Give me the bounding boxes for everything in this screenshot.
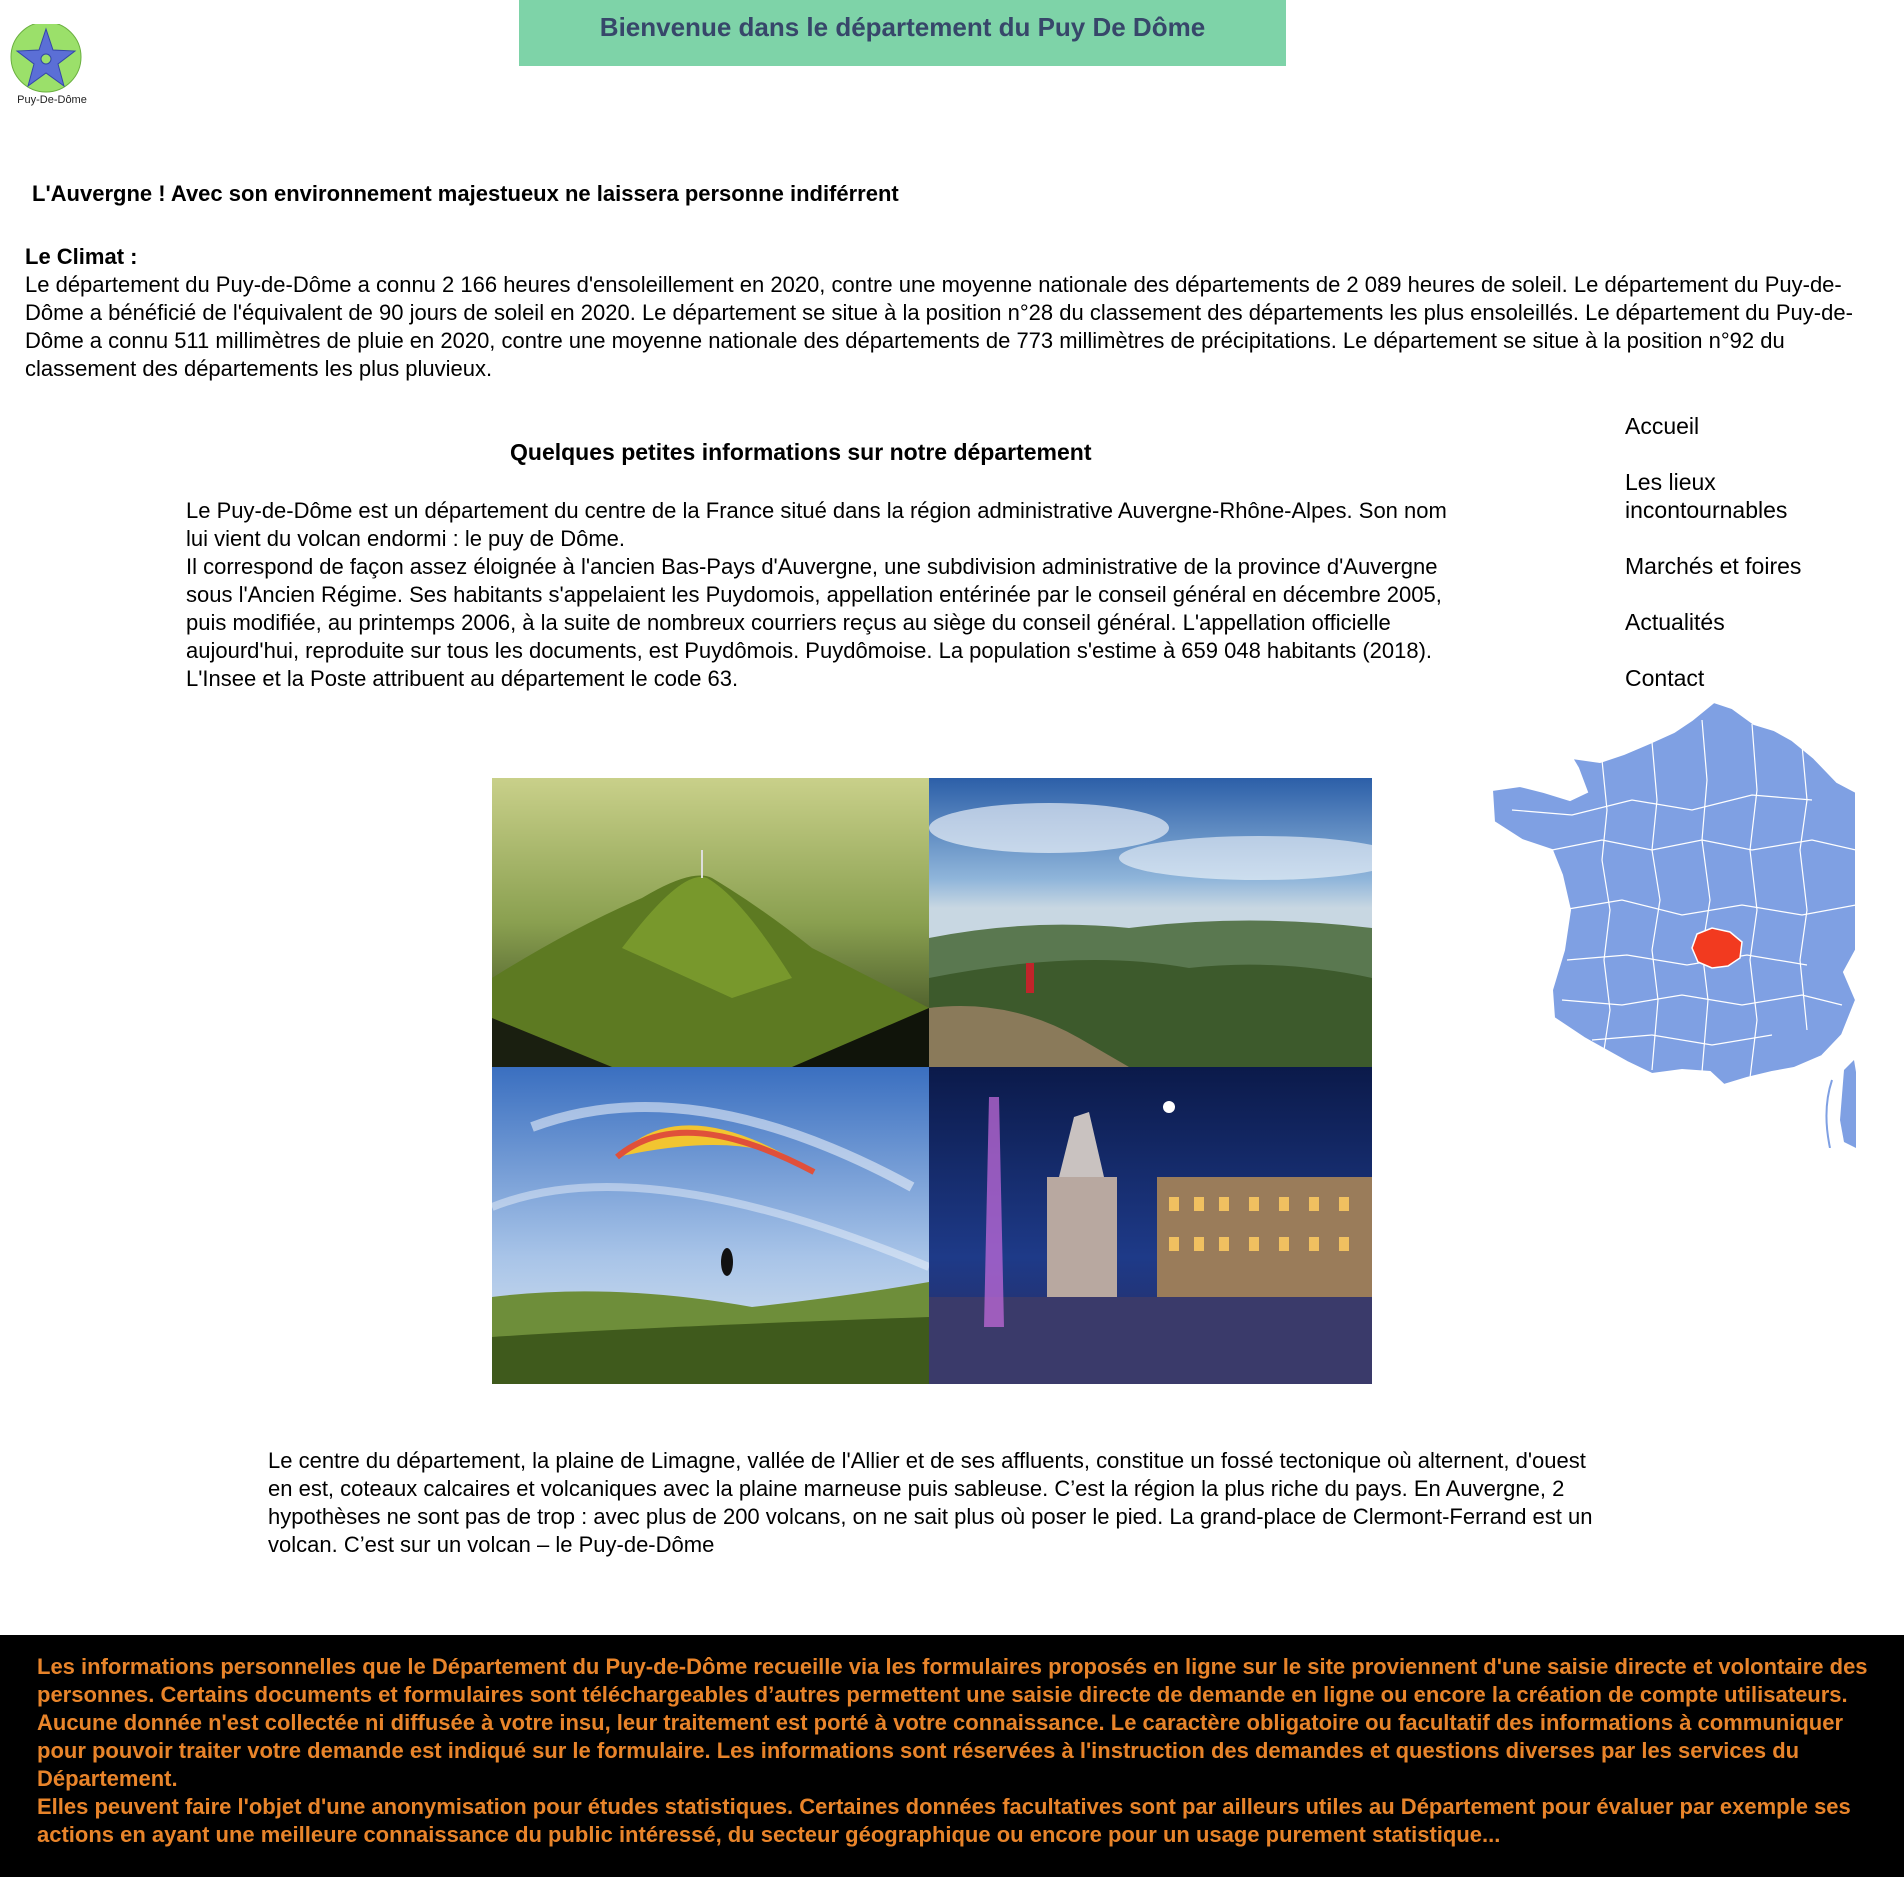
climat-text: Le département du Puy-de-Dôme a connu 2 … — [25, 272, 1853, 381]
place-de-jaude-night-photo — [929, 1067, 1372, 1384]
site-logo[interactable]: Puy-De-Dôme — [8, 21, 88, 110]
header-banner: Bienvenue dans le département du Puy De … — [519, 0, 1286, 66]
footer-text: Les informations personnelles que le Dép… — [37, 1653, 1887, 1849]
bottom-text: Le centre du département, la plaine de L… — [268, 1448, 1593, 1557]
climat-title: Le Climat : — [25, 244, 138, 269]
nav-item-contact[interactable]: Contact — [1625, 664, 1845, 692]
nav-item-accueil[interactable]: Accueil — [1625, 412, 1845, 440]
info-text: Le Puy-de-Dôme est un département du cen… — [186, 497, 1456, 693]
info-paragraph: Le Puy-de-Dôme est un département du cen… — [186, 498, 1447, 551]
nav-item-marches-foires[interactable]: Marchés et foires — [1625, 552, 1845, 580]
puy-de-dome-summit-photo — [492, 778, 929, 1067]
footer-paragraph: Elles peuvent faire l'objet d'une anonym… — [37, 1794, 1851, 1847]
page-title: Bienvenue dans le département du Puy De … — [599, 11, 1206, 42]
france-map — [1490, 700, 1858, 1149]
info-title: Quelques petites informations sur notre … — [510, 439, 1092, 465]
footer: Les informations personnelles que le Dép… — [0, 1635, 1904, 1877]
climat-section: Le Climat : Le département du Puy-de-Dôm… — [25, 243, 1900, 383]
photo-grid — [492, 778, 1372, 1384]
nav-item-actualites[interactable]: Actualités — [1625, 608, 1845, 636]
info-paragraph: Il correspond de façon assez éloignée à … — [186, 554, 1442, 691]
hiker-panorama-photo — [929, 778, 1372, 1067]
tagline: L'Auvergne ! Avec son environnement maje… — [32, 181, 899, 206]
paraglider-photo — [492, 1067, 929, 1384]
star-icon — [10, 21, 82, 93]
nav-item-lieux-incontournables[interactable]: Les lieux incontournables — [1625, 468, 1845, 524]
logo-caption: Puy-De-Dôme — [17, 94, 87, 106]
footer-paragraph: Les informations personnelles que le Dép… — [37, 1654, 1868, 1791]
main-nav: Accueil Les lieux incontournables Marché… — [1625, 412, 1845, 720]
